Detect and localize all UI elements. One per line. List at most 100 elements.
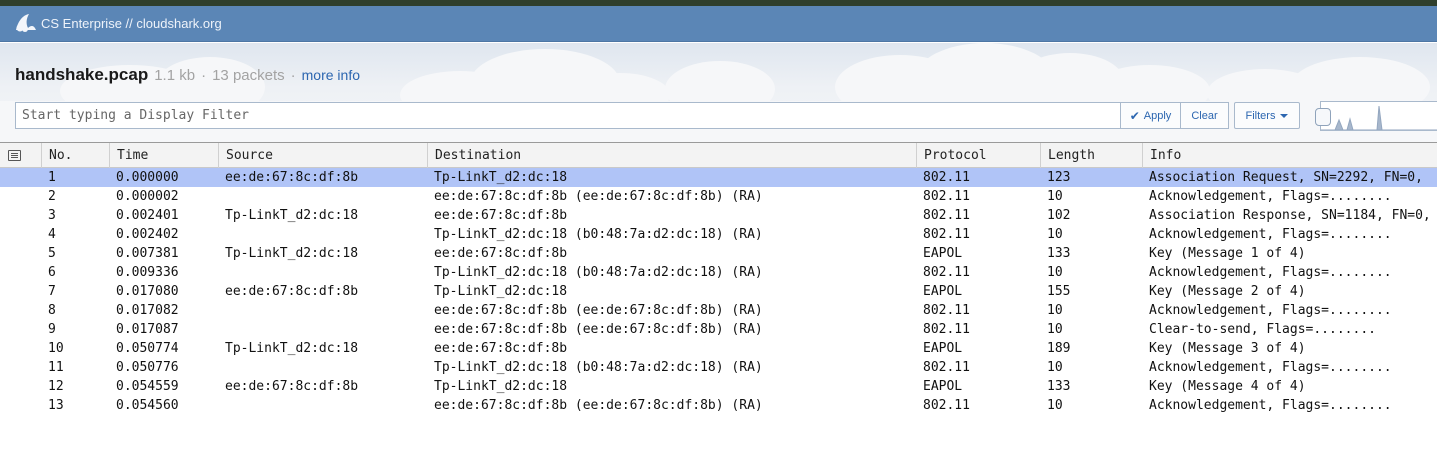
- cell-protocol: 802.11: [923, 398, 970, 413]
- cell-info: Key (Message 3 of 4): [1149, 341, 1306, 356]
- cell-no: 10: [48, 341, 64, 356]
- column-toggle-icon: [8, 150, 21, 161]
- traffic-sparkline[interactable]: [1320, 101, 1437, 131]
- cell-destination: Tp-LinkT_d2:dc:18: [434, 379, 568, 394]
- cell-protocol: EAPOL: [923, 341, 963, 356]
- cell-destination: Tp-LinkT_d2:dc:18 (b0:48:7a:d2:dc:18) (R…: [434, 227, 763, 242]
- cell-time: 0.017080: [116, 284, 179, 299]
- packet-list-header: No. Time Source Destination Protocol Len…: [0, 142, 1437, 168]
- column-header-time[interactable]: Time: [109, 143, 218, 168]
- table-row[interactable]: 2 0.000002 ee:de:67:8c:df:8b (ee:de:67:8c:…: [0, 187, 1437, 206]
- more-info-link[interactable]: more info: [302, 67, 360, 83]
- table-row[interactable]: 6 0.009336 Tp-LinkT_d2:dc:18 (b0:48:7a:d2:…: [0, 263, 1437, 282]
- cell-time: 0.017087: [116, 322, 179, 337]
- sparkline-range-handle[interactable]: [1315, 108, 1331, 126]
- table-row[interactable]: 13 0.054560 ee:de:67:8c:df:8b (ee:de:67:8c…: [0, 396, 1437, 415]
- table-row[interactable]: 5 0.007381 Tp-LinkT_d2:dc:18 ee:de:67:8c:df…: [0, 244, 1437, 263]
- packet-list-body: 1 0.000000 ee:de:67:8c:df:8b Tp-LinkT_d2:dc…: [0, 168, 1437, 415]
- table-row[interactable]: 9 0.017087 ee:de:67:8c:df:8b (ee:de:67:8c:…: [0, 320, 1437, 339]
- cell-time: 0.007381: [116, 246, 179, 261]
- column-header-source[interactable]: Source: [218, 143, 427, 168]
- cell-protocol: 802.11: [923, 227, 970, 242]
- domain-label[interactable]: cloudshark.org: [136, 16, 221, 31]
- cell-no: 12: [48, 379, 64, 394]
- cell-destination: ee:de:67:8c:df:8b: [434, 208, 568, 223]
- cell-protocol: 802.11: [923, 303, 970, 318]
- cell-info: Acknowledgement, Flags=........: [1149, 227, 1392, 242]
- column-header-info[interactable]: Info: [1142, 143, 1437, 168]
- cell-length: 10: [1047, 303, 1063, 318]
- cell-info: Acknowledgement, Flags=........: [1149, 303, 1392, 318]
- cell-destination: ee:de:67:8c:df:8b: [434, 341, 568, 356]
- cell-time: 0.050776: [116, 360, 179, 375]
- cell-destination: ee:de:67:8c:df:8b (ee:de:67:8c:df:8b) (R…: [434, 322, 763, 337]
- cell-source: [218, 301, 427, 320]
- table-row[interactable]: 10 0.050774 Tp-LinkT_d2:dc:18 ee:de:67:8c:d…: [0, 339, 1437, 358]
- table-row[interactable]: 11 0.050776 Tp-LinkT_d2:dc:18 (b0:48:7a:d2…: [0, 358, 1437, 377]
- cell-protocol: 802.11: [923, 322, 970, 337]
- cell-source: ee:de:67:8c:df:8b: [225, 379, 359, 394]
- cell-protocol: EAPOL: [923, 246, 963, 261]
- column-header-protocol[interactable]: Protocol: [916, 143, 1040, 168]
- cell-source: [218, 320, 427, 339]
- cell-time: 0.050774: [116, 341, 179, 356]
- cell-time: 0.000002: [116, 189, 179, 204]
- navbar: CS Enterprise // cloudshark.org: [0, 6, 1437, 42]
- clear-label: Clear: [1191, 109, 1218, 122]
- cell-protocol: 802.11: [923, 208, 970, 223]
- cell-source: [218, 225, 427, 244]
- cell-info: Clear-to-send, Flags=........: [1149, 322, 1376, 337]
- packet-list: No. Time Source Destination Protocol Len…: [0, 142, 1437, 415]
- clear-filter-button[interactable]: Clear: [1180, 102, 1229, 129]
- column-header-no[interactable]: No.: [41, 143, 109, 168]
- org-label[interactable]: CS Enterprise: [41, 16, 122, 31]
- table-row[interactable]: 3 0.002401 Tp-LinkT_d2:dc:18 ee:de:67:8c:df…: [0, 206, 1437, 225]
- filters-dropdown-button[interactable]: Filters: [1234, 102, 1300, 129]
- cell-protocol: 802.11: [923, 265, 970, 280]
- capture-filename: handshake.pcap: [15, 65, 149, 84]
- display-filter-input[interactable]: [15, 102, 1121, 129]
- cell-destination: Tp-LinkT_d2:dc:18: [434, 284, 568, 299]
- cell-no: 7: [48, 284, 56, 299]
- cell-info: Acknowledgement, Flags=........: [1149, 398, 1392, 413]
- table-row[interactable]: 1 0.000000 ee:de:67:8c:df:8b Tp-LinkT_d2:dc…: [0, 168, 1437, 187]
- cell-destination: ee:de:67:8c:df:8b (ee:de:67:8c:df:8b) (R…: [434, 303, 763, 318]
- cell-time: 0.017082: [116, 303, 179, 318]
- cell-destination: Tp-LinkT_d2:dc:18: [434, 170, 568, 185]
- cloudshark-logo-icon[interactable]: [15, 13, 37, 33]
- column-toggle-button[interactable]: [0, 143, 41, 168]
- capture-size: 1.1 kb: [154, 67, 196, 84]
- cell-length: 10: [1047, 189, 1063, 204]
- table-row[interactable]: 8 0.017082 ee:de:67:8c:df:8b (ee:de:67:8c:…: [0, 301, 1437, 320]
- brand[interactable]: CS Enterprise // cloudshark.org: [41, 16, 222, 31]
- capture-header: handshake.pcap 1.1 kb · 13 packets · mor…: [0, 43, 1437, 142]
- cell-info: Association Response, SN=1184, FN=0,: [1149, 208, 1431, 223]
- cell-destination: ee:de:67:8c:df:8b (ee:de:67:8c:df:8b) (R…: [434, 189, 763, 204]
- cell-info: Acknowledgement, Flags=........: [1149, 265, 1392, 280]
- cell-time: 0.009336: [116, 265, 179, 280]
- table-row[interactable]: 12 0.054559 ee:de:67:8c:df:8b Tp-LinkT_d2:d…: [0, 377, 1437, 396]
- table-row[interactable]: 7 0.017080 ee:de:67:8c:df:8b Tp-LinkT_d2:dc…: [0, 282, 1437, 301]
- cell-length: 133: [1047, 246, 1071, 261]
- cell-info: Association Request, SN=2292, FN=0,: [1149, 170, 1423, 185]
- cell-no: 9: [48, 322, 56, 337]
- cell-length: 123: [1047, 170, 1071, 185]
- packet-count: 13 packets: [212, 67, 285, 84]
- table-row[interactable]: 4 0.002402 Tp-LinkT_d2:dc:18 (b0:48:7a:d2:…: [0, 225, 1437, 244]
- cell-length: 10: [1047, 360, 1063, 375]
- column-header-length[interactable]: Length: [1040, 143, 1142, 168]
- check-icon: ✔: [1129, 108, 1140, 123]
- cell-source: Tp-LinkT_d2:dc:18: [225, 341, 359, 356]
- cell-info: Acknowledgement, Flags=........: [1149, 360, 1392, 375]
- column-header-destination[interactable]: Destination: [427, 143, 916, 168]
- cell-length: 155: [1047, 284, 1071, 299]
- cell-destination: ee:de:67:8c:df:8b: [434, 246, 568, 261]
- cell-no: 4: [48, 227, 56, 242]
- cell-protocol: 802.11: [923, 170, 970, 185]
- cell-no: 6: [48, 265, 56, 280]
- cell-info: Key (Message 1 of 4): [1149, 246, 1306, 261]
- cell-time: 0.054560: [116, 398, 179, 413]
- apply-filter-button[interactable]: ✔ Apply: [1120, 102, 1181, 129]
- cell-source: [218, 263, 427, 282]
- cell-info: Key (Message 4 of 4): [1149, 379, 1306, 394]
